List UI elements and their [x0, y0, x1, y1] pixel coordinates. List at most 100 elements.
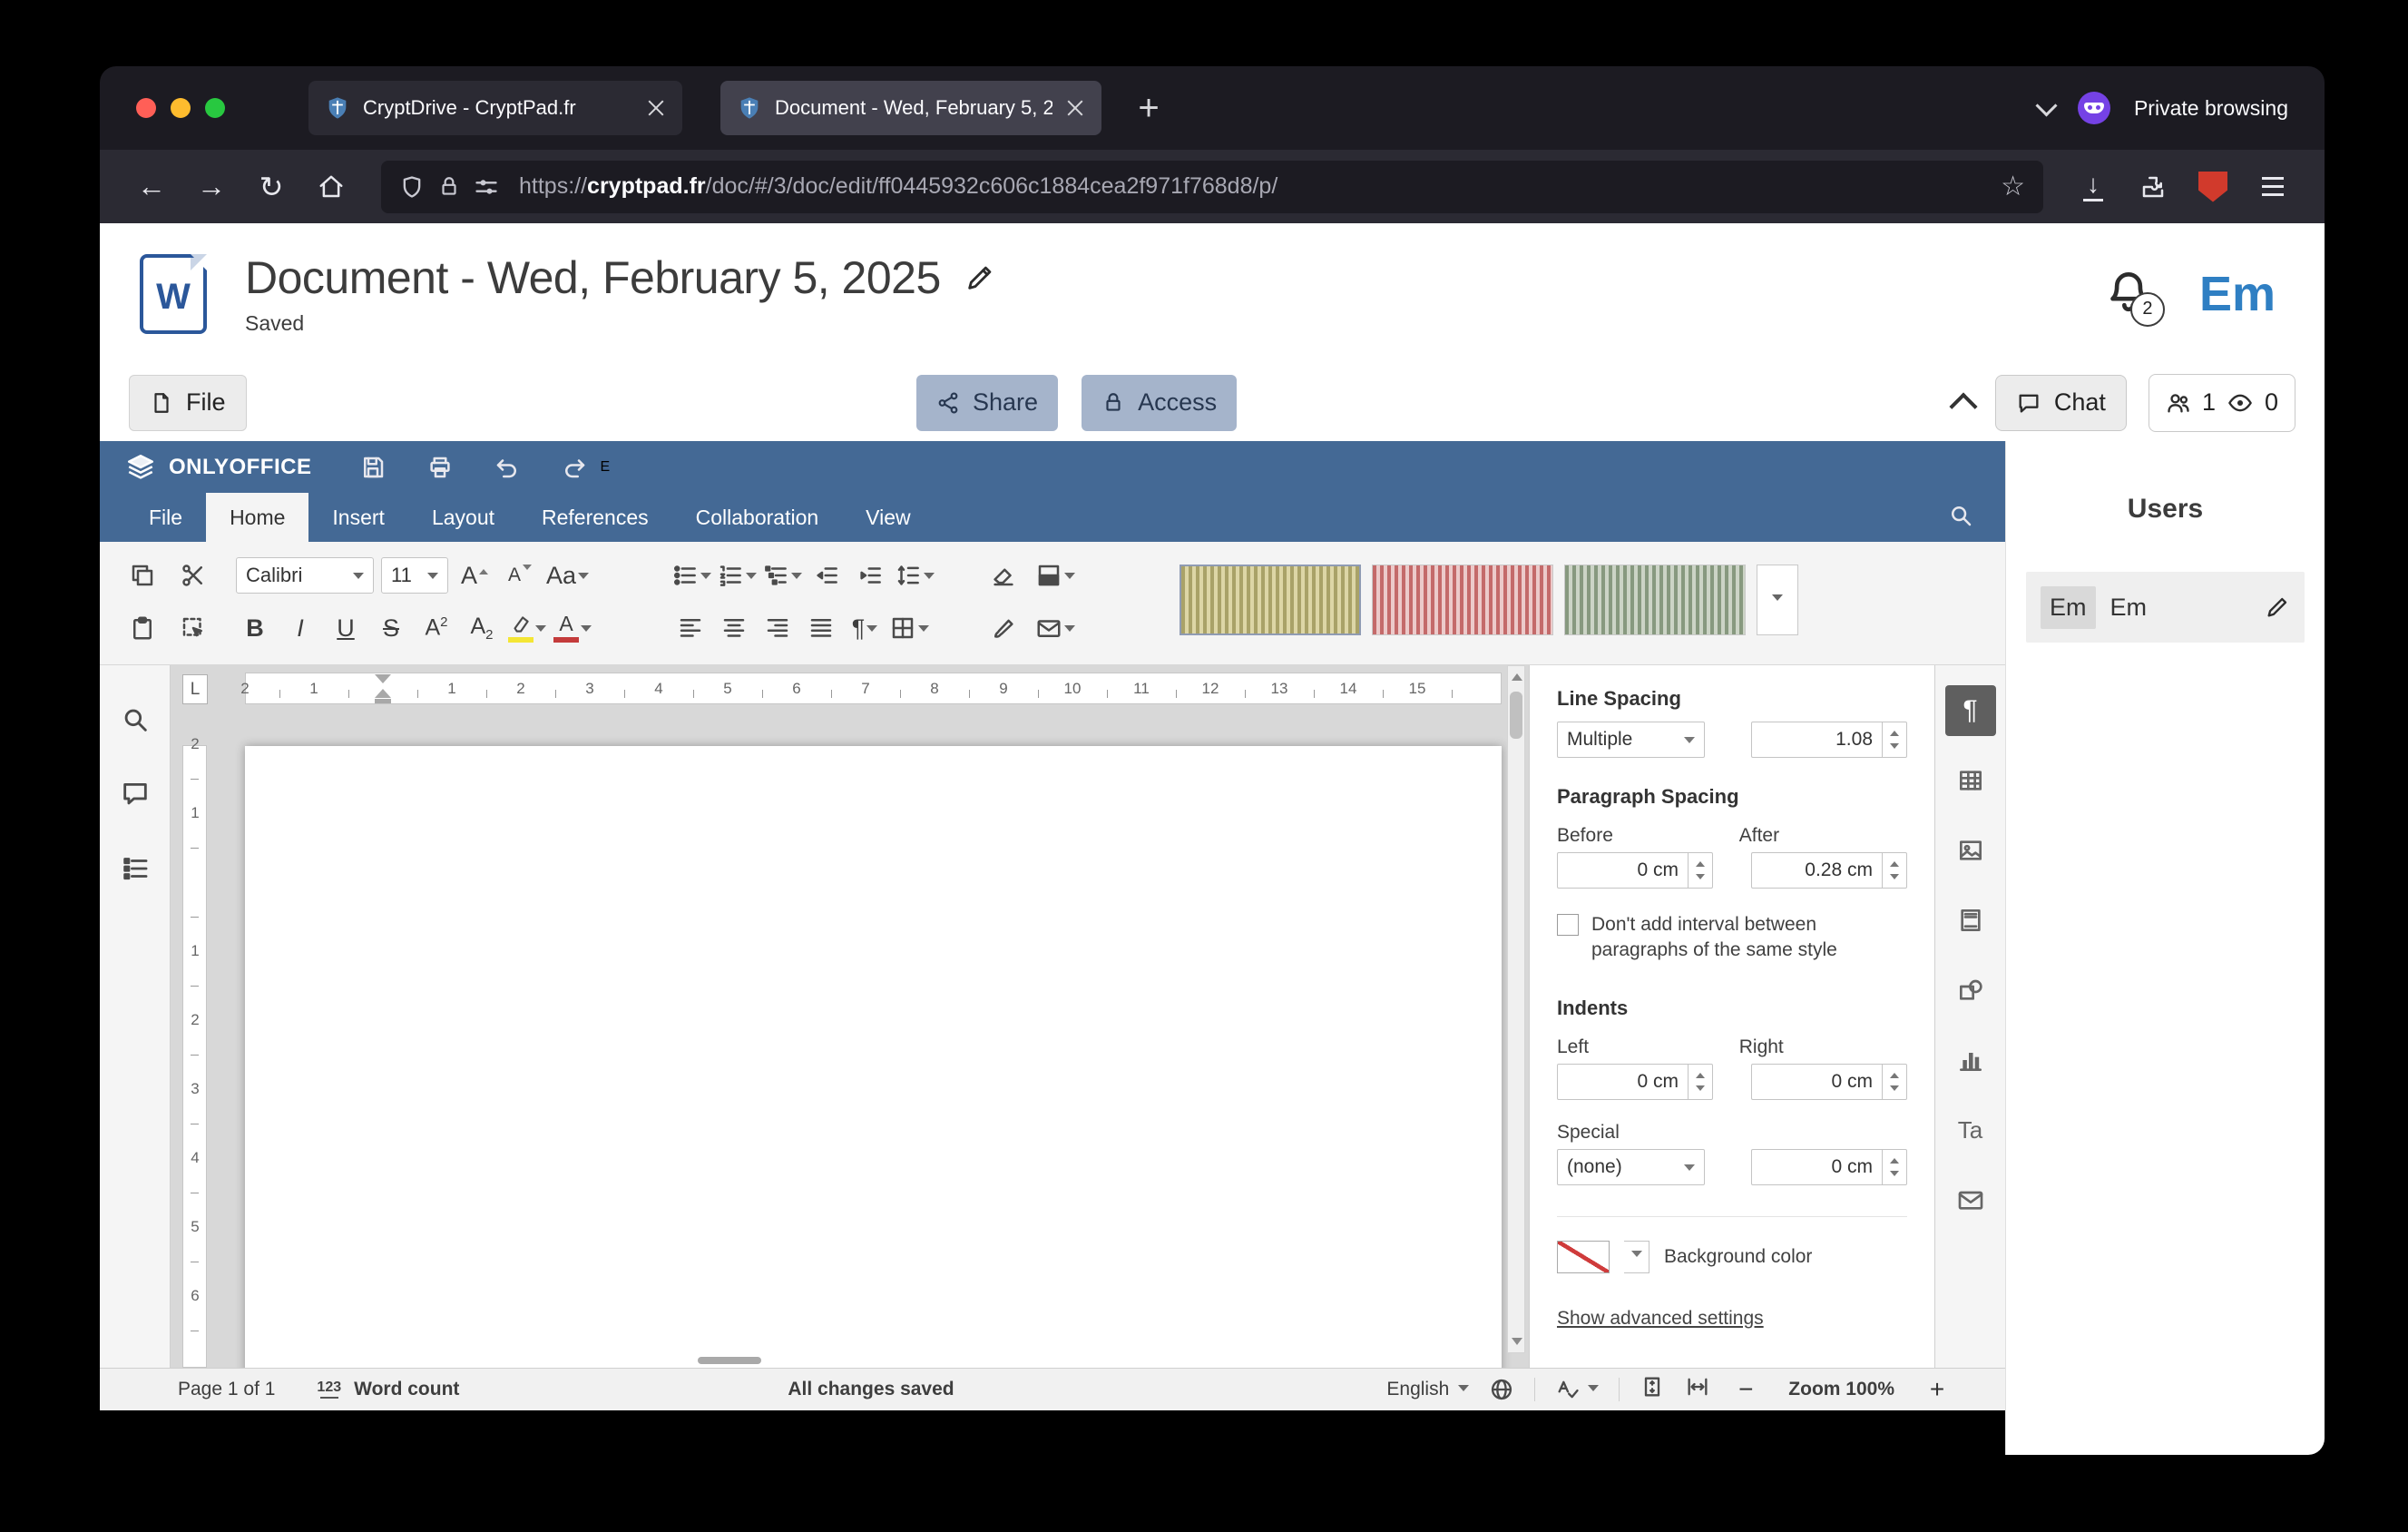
mail-merge-settings-tab[interactable] — [1945, 1174, 1996, 1225]
document-page[interactable] — [245, 746, 1502, 1368]
chat-button[interactable]: Chat — [1995, 375, 2127, 431]
fit-width-button[interactable] — [1685, 1374, 1710, 1405]
permissions-sliders-icon[interactable] — [474, 174, 499, 200]
file-menu-button[interactable]: File — [129, 375, 247, 431]
menu-tab-insert[interactable]: Insert — [308, 493, 408, 542]
indent-left-spinner[interactable]: 0 cm — [1557, 1064, 1713, 1100]
bold-button[interactable]: B — [236, 608, 274, 648]
tab-document-active[interactable]: Document - Wed, February 5, 2025 — [720, 81, 1101, 135]
style-preview-1[interactable] — [1180, 565, 1361, 635]
decrease-indent-button[interactable] — [808, 555, 846, 595]
align-center-button[interactable] — [715, 608, 753, 648]
style-preview-3[interactable] — [1564, 565, 1746, 635]
zoom-in-button[interactable]: + — [1922, 1375, 1953, 1404]
styles-gallery-expand-button[interactable] — [1757, 565, 1798, 635]
vertical-scroll-thumb[interactable] — [1510, 692, 1522, 739]
url-text[interactable]: https://cryptpad.fr/doc/#/3/doc/edit/ff0… — [519, 173, 1988, 200]
menu-tab-home[interactable]: Home — [206, 493, 308, 542]
copy-style-button[interactable] — [984, 608, 1023, 648]
redo-button[interactable] — [549, 447, 600, 487]
scroll-down-arrow[interactable] — [1512, 1338, 1522, 1345]
scroll-up-arrow[interactable] — [1512, 673, 1522, 681]
tab-cryptdrive[interactable]: CryptDrive - CryptPad.fr — [308, 81, 682, 135]
clear-style-button[interactable] — [984, 555, 1023, 595]
increase-indent-button[interactable] — [851, 555, 889, 595]
close-tab-icon[interactable] — [646, 98, 666, 118]
indent-right-spinner[interactable]: 0 cm — [1751, 1064, 1907, 1100]
globe-icon[interactable] — [1489, 1377, 1514, 1402]
list-all-tabs-chevron-icon[interactable] — [2035, 94, 2057, 116]
decrease-font-button[interactable]: A — [501, 555, 539, 595]
spellcheck-button[interactable] — [1555, 1377, 1599, 1402]
extensions-button[interactable] — [2127, 162, 2179, 212]
page-indicator[interactable]: Page 1 of 1 — [178, 1379, 275, 1400]
select-all-button[interactable] — [174, 608, 212, 648]
background-color-swatch[interactable] — [1557, 1241, 1610, 1273]
menu-tab-references[interactable]: References — [518, 493, 672, 542]
tracking-protection-shield-icon[interactable] — [399, 174, 425, 200]
access-button[interactable]: Access — [1082, 375, 1237, 431]
show-advanced-settings-link[interactable]: Show advanced settings — [1557, 1308, 1764, 1330]
zoom-level[interactable]: Zoom 100% — [1788, 1379, 1894, 1400]
numbering-button[interactable] — [717, 555, 757, 595]
navigation-button[interactable] — [117, 850, 153, 887]
line-spacing-select[interactable]: Multiple — [1557, 722, 1705, 758]
collapse-toolbar-chevron-icon[interactable] — [1949, 392, 1977, 420]
italic-button[interactable]: I — [281, 608, 319, 648]
highlight-color-button[interactable] — [508, 608, 546, 648]
paragraph-settings-tab[interactable]: ¶ — [1945, 685, 1996, 736]
vertical-scrollbar[interactable] — [1507, 665, 1525, 1353]
paragraph-shading-button[interactable] — [1035, 555, 1075, 595]
image-settings-tab[interactable] — [1945, 825, 1996, 876]
paste-button[interactable] — [123, 608, 162, 648]
share-button[interactable]: Share — [916, 375, 1058, 431]
word-count-button[interactable]: Word count — [354, 1379, 459, 1400]
cut-button[interactable] — [174, 555, 212, 595]
horizontal-scroll-thumb[interactable] — [698, 1357, 761, 1364]
h-ruler[interactable]: 21123456789101112131415 — [171, 673, 1529, 705]
search-button[interactable] — [1947, 502, 1974, 534]
forward-button[interactable]: → — [185, 162, 238, 212]
strikethrough-button[interactable]: S — [372, 608, 410, 648]
mail-merge-button[interactable] — [1035, 608, 1075, 648]
font-size-select[interactable]: 11 — [381, 557, 448, 594]
document-title[interactable]: Document - Wed, February 5, 2025 — [245, 251, 941, 304]
language-select[interactable]: English — [1386, 1379, 1469, 1400]
table-settings-tab[interactable] — [1945, 755, 1996, 806]
find-button[interactable] — [117, 702, 153, 738]
interval-checkbox[interactable] — [1557, 914, 1579, 936]
copy-button[interactable] — [123, 555, 162, 595]
zoom-window-button[interactable] — [205, 98, 225, 118]
user-list-item[interactable]: Em Em — [2026, 572, 2305, 643]
downloads-button[interactable]: ↓ — [2067, 162, 2119, 212]
edit-user-pencil-icon[interactable] — [2265, 594, 2290, 620]
save-button[interactable] — [347, 447, 398, 487]
align-left-button[interactable] — [671, 608, 710, 648]
spacing-before-spinner[interactable]: 0 cm — [1557, 852, 1713, 889]
ublock-origin-button[interactable] — [2187, 162, 2239, 212]
special-select[interactable]: (none) — [1557, 1149, 1705, 1185]
fit-page-button[interactable] — [1640, 1374, 1665, 1405]
justify-button[interactable] — [802, 608, 840, 648]
style-preview-2[interactable] — [1372, 565, 1553, 635]
account-avatar[interactable]: Em — [2199, 266, 2285, 322]
change-case-button[interactable]: Aa — [546, 555, 589, 595]
minimize-window-button[interactable] — [171, 98, 191, 118]
font-color-button[interactable]: A — [553, 608, 592, 648]
menu-tab-collaboration[interactable]: Collaboration — [672, 493, 843, 542]
borders-shading-button[interactable] — [889, 608, 929, 648]
reload-button[interactable]: ↻ — [245, 162, 298, 212]
font-name-select[interactable]: Calibri — [236, 557, 374, 594]
close-window-button[interactable] — [136, 98, 156, 118]
menu-tab-layout[interactable]: Layout — [408, 493, 518, 542]
back-button[interactable]: ← — [125, 162, 178, 212]
edit-title-pencil-icon[interactable] — [964, 262, 995, 293]
editor-user-avatar[interactable]: E — [600, 459, 610, 476]
new-tab-button[interactable]: + — [1125, 84, 1172, 132]
shape-settings-tab[interactable] — [1945, 965, 1996, 1016]
v-ruler[interactable]: 21123456 — [182, 705, 208, 1368]
menu-tab-file[interactable]: File — [125, 493, 206, 542]
special-amount-spinner[interactable]: 0 cm — [1751, 1149, 1907, 1185]
home-button[interactable] — [305, 162, 357, 212]
zoom-out-button[interactable]: − — [1730, 1375, 1761, 1404]
